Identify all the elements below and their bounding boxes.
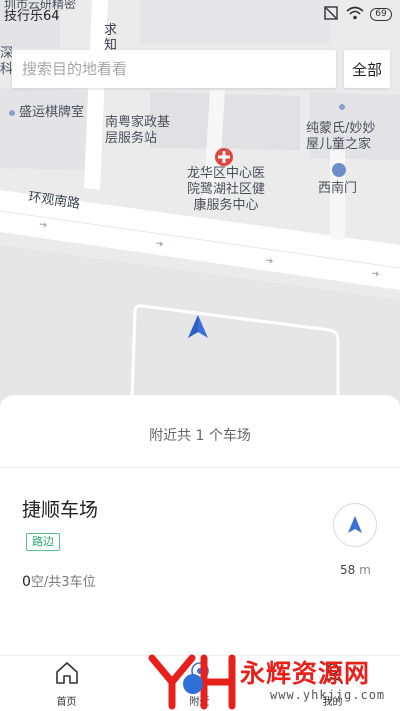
status-time: 技行乐64: [4, 9, 60, 24]
parking-sheet: 附近共 1 个车场 捷顺车场 路边 0空/共3车位 58 m: [0, 395, 400, 655]
distance-unit: m: [359, 563, 371, 577]
wifi-icon: [346, 5, 364, 24]
free-spaces-count: 0: [22, 574, 31, 590]
search-input[interactable]: [12, 50, 336, 88]
distance: 58 m: [340, 563, 371, 577]
watermark-logo: [148, 654, 236, 710]
status-icons: 69: [324, 5, 392, 24]
no-signal-icon: [324, 5, 340, 24]
status-bar: 技行乐64 69: [0, 0, 400, 26]
divider: [0, 467, 400, 468]
battery-indicator: 69: [370, 8, 392, 21]
navigate-arrow-icon: [348, 516, 362, 533]
watermark: 永辉资源网 www.yhkjjg.com: [144, 652, 400, 711]
poi-dot: [9, 110, 15, 116]
distance-value: 58: [340, 563, 356, 577]
map-label-chess: 盛运棋牌室: [19, 105, 85, 120]
parking-lot-name[interactable]: 捷顺车场: [22, 495, 98, 522]
total-spaces-text: 空/共3车位: [30, 575, 96, 590]
search-box[interactable]: [12, 50, 336, 88]
poi-dot: [339, 104, 345, 110]
home-icon: [54, 660, 80, 690]
map-label-kids: 纯蒙氏/妙妙 屋儿童之家: [306, 121, 376, 152]
nearby-count: 附近共 1 个车场: [149, 428, 251, 444]
roadside-tag: 路边: [26, 533, 60, 551]
watermark-brand: 永辉资源网: [240, 659, 371, 688]
map-label-west-gate: 西南门: [318, 181, 358, 196]
tab-home-label: 首页: [56, 697, 77, 708]
map-label-housekeeping: 南粤家政基 层服务站: [105, 115, 171, 146]
map-label-hospital: 龙华区中心医 院鹭湖社区健 康服务中心: [187, 166, 266, 213]
navigate-button[interactable]: [333, 503, 377, 547]
watermark-url: www.yhkjjg.com: [270, 688, 386, 702]
all-button[interactable]: 全部: [344, 50, 390, 88]
tab-home[interactable]: 首页: [0, 656, 133, 711]
parking-spaces: 0空/共3车位: [22, 571, 96, 590]
